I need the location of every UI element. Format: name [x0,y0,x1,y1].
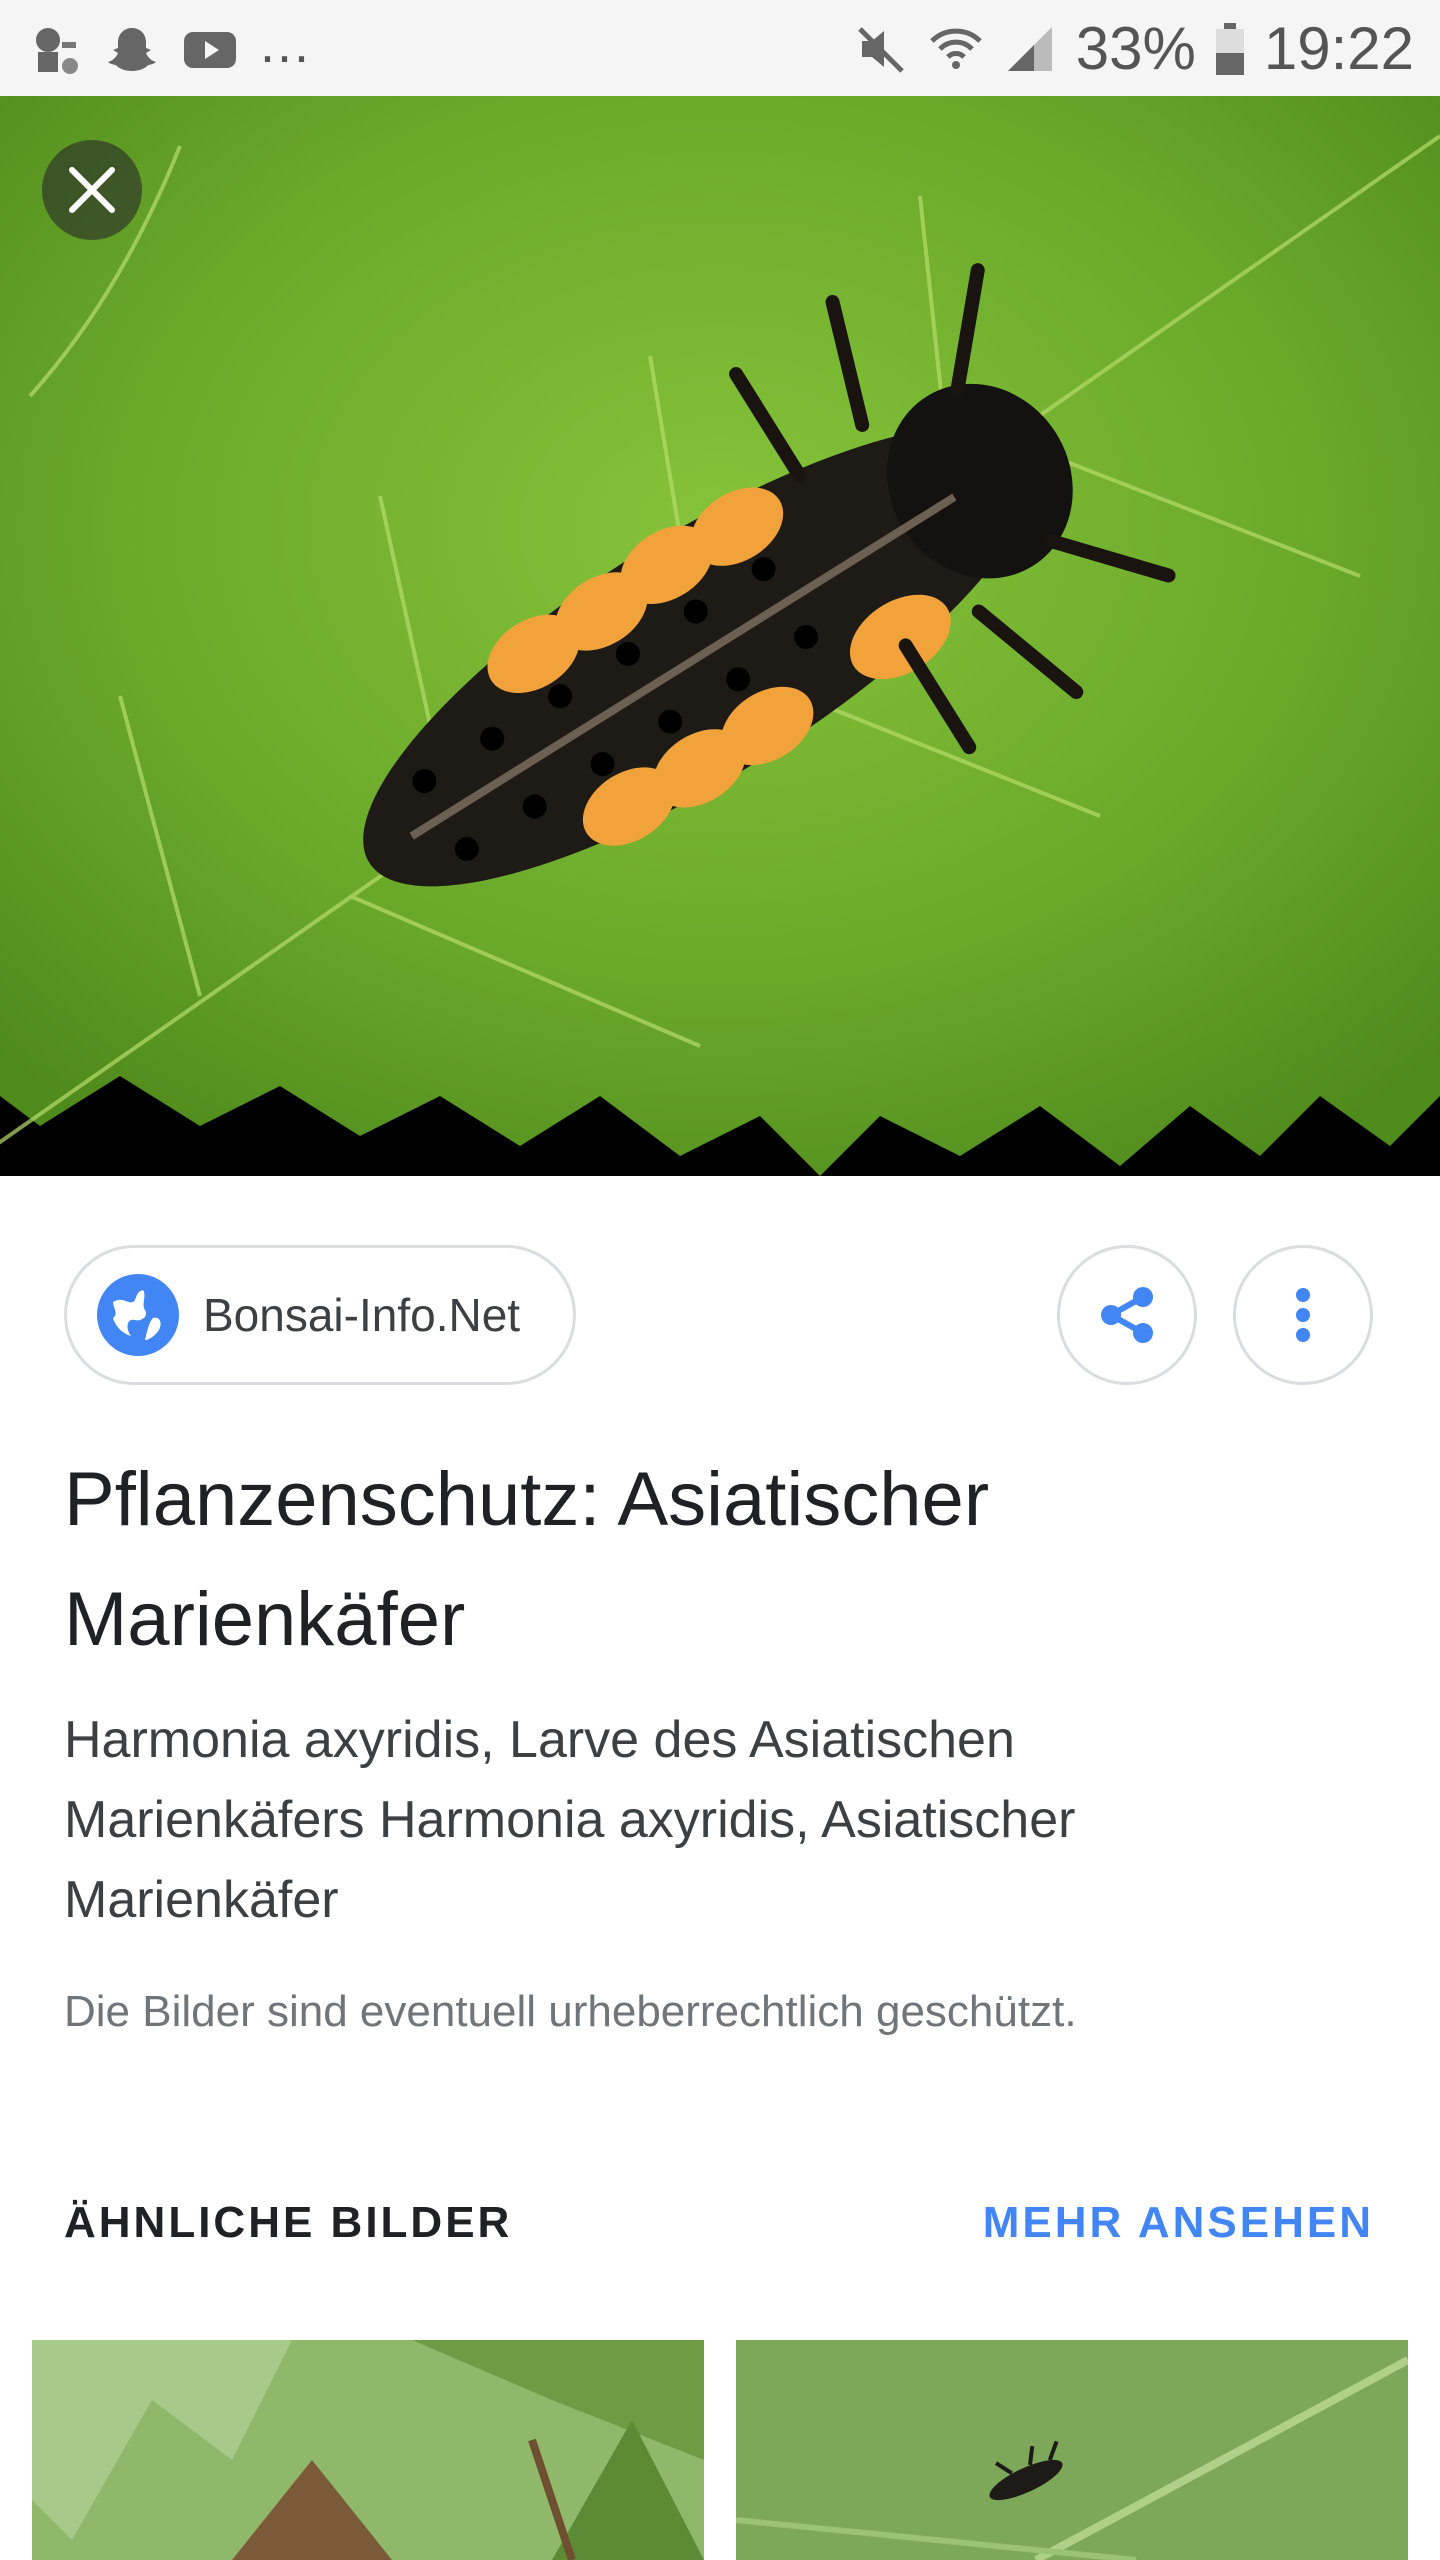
snapchat-icon [108,28,156,71]
similar-image-thumbnail[interactable] [736,2340,1408,2560]
battery-percent: 33% [1075,15,1196,82]
more-options-button[interactable] [1233,1245,1373,1385]
share-button[interactable] [1057,1245,1197,1385]
status-bar-right: 33% 19:22 [854,14,1414,84]
status-bar-left: ... [26,17,311,78]
more-vert-icon [1296,1288,1310,1342]
signal-icon [1007,27,1052,71]
see-more-link[interactable]: MEHR ANSEHEN [983,2198,1374,2248]
share-icon [1101,1287,1153,1343]
similar-image-thumbnail[interactable] [32,2340,704,2560]
meme-avatar-icon [36,28,78,74]
battery-icon [1215,23,1244,75]
close-icon [69,167,115,213]
similar-images-heading: ÄHNLICHE BILDER [64,2198,513,2247]
copyright-notice: Die Bilder sind eventuell urheberrechtli… [64,1987,1077,2036]
source-site-name: Bonsai-Info.Net [203,1289,521,1341]
result-description: Harmonia axyridis, Larve des Asiatischen… [64,1711,1076,1929]
youtube-icon [184,32,236,68]
status-time: 19:22 [1263,15,1414,82]
result-title[interactable]: Pflanzenschutz: Asiatischer Marienkäfer [64,1440,1364,1680]
wifi-icon [929,28,982,69]
mute-icon [857,27,904,73]
hero-image [0,96,1440,1176]
close-button[interactable] [42,140,142,240]
similar-image-2 [736,2340,1408,2560]
similar-image-1 [32,2340,704,2560]
source-chip[interactable]: Bonsai-Info.Net [64,1245,576,1385]
ladybug-larva-photo [0,96,1440,1176]
globe-icon [97,1274,179,1356]
status-bar: ... 33% 19:22 [0,0,1440,96]
notification-overflow: ... [260,14,312,74]
